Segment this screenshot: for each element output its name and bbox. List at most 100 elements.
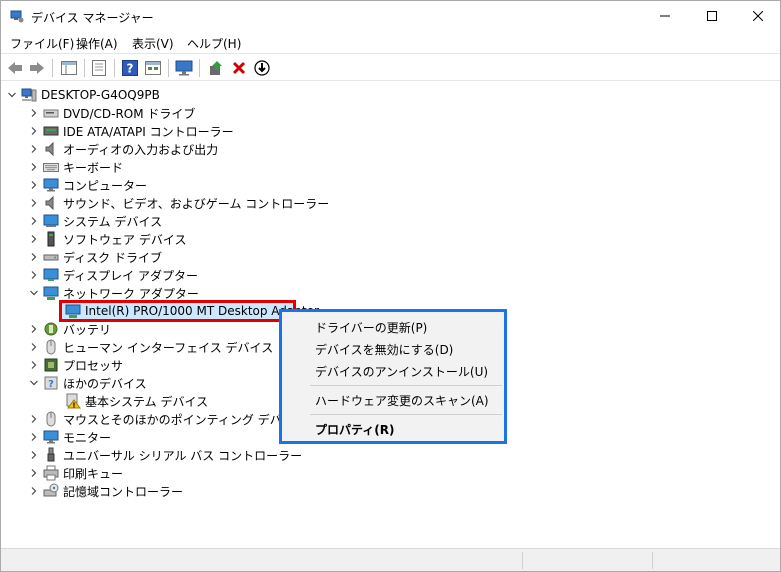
back-button[interactable] xyxy=(5,58,25,78)
toolbar: ? xyxy=(1,53,780,81)
tree-item-label: サウンド、ビデオ、およびゲーム コントローラー xyxy=(63,196,330,211)
menu-bar: ファイル(F) 操作(A) 表示(V) ヘルプ(H) xyxy=(1,31,780,53)
chevron-right-icon[interactable] xyxy=(29,248,39,266)
usb-icon xyxy=(43,447,59,463)
tree-item-label: マウスとそのほかのポインティング デバイス xyxy=(63,412,306,427)
tree-item-base-system-device[interactable]: ! 基本システム デバイス xyxy=(65,392,208,410)
tree-item-mice[interactable]: マウスとそのほかのポインティング デバイス xyxy=(29,410,305,428)
tree-item-usb[interactable]: ユニバーサル シリアル バス コントローラー xyxy=(29,446,302,464)
uninstall-x-icon[interactable] xyxy=(229,58,249,78)
tree-item-audio-io[interactable]: オーディオの入力および出力 xyxy=(29,140,218,158)
svg-text:?: ? xyxy=(48,379,54,390)
update-driver-icon[interactable] xyxy=(206,58,226,78)
tree-item-system-devices[interactable]: システム デバイス xyxy=(29,212,162,230)
context-disable-device[interactable]: デバイスを無効にする(D) xyxy=(315,341,453,358)
chevron-right-icon[interactable] xyxy=(29,122,39,140)
dvd-icon xyxy=(43,105,59,121)
tree-item-hid[interactable]: ヒューマン インターフェイス デバイス xyxy=(29,338,273,356)
menu-view[interactable]: 表示(V) xyxy=(132,35,174,52)
computer-icon xyxy=(43,177,59,193)
chevron-right-icon[interactable] xyxy=(29,230,39,248)
tree-item-monitors[interactable]: モニター xyxy=(29,428,111,446)
chevron-right-icon[interactable] xyxy=(29,482,39,500)
chevron-right-icon[interactable] xyxy=(29,104,39,122)
chevron-down-icon[interactable] xyxy=(29,284,39,302)
tree-item-label: オーディオの入力および出力 xyxy=(63,142,219,157)
chevron-right-icon[interactable] xyxy=(29,356,39,374)
svg-text:?: ? xyxy=(127,62,134,76)
disable-device-icon[interactable] xyxy=(252,58,272,78)
tree-item-label: キーボード xyxy=(63,160,124,175)
tree-item-label: 基本システム デバイス xyxy=(85,394,209,409)
context-update-driver[interactable]: ドライバーの更新(P) xyxy=(315,319,427,336)
tree-item-keyboard[interactable]: キーボード xyxy=(29,158,123,176)
tree-item-ide[interactable]: IDE ATA/ATAPI コントローラー xyxy=(29,122,234,140)
chevron-right-icon[interactable] xyxy=(29,158,39,176)
chevron-right-icon[interactable] xyxy=(29,140,39,158)
tree-item-print-queues[interactable]: 印刷キュー xyxy=(29,464,123,482)
tree-item-label: ヒューマン インターフェイス デバイス xyxy=(63,340,274,355)
maximize-button[interactable] xyxy=(689,1,735,31)
device-manager-window: デバイス マネージャー ファイル(F) 操作(A) 表示(V) ヘルプ(H) ?… xyxy=(0,0,781,572)
speaker-icon xyxy=(43,141,59,157)
tree-item-processors[interactable]: プロセッサ xyxy=(29,356,123,374)
menu-help[interactable]: ヘルプ(H) xyxy=(187,35,241,52)
mouse-icon xyxy=(43,411,59,427)
chevron-right-icon[interactable] xyxy=(29,212,39,230)
selection-outline xyxy=(59,300,296,322)
window-title: デバイス マネージャー xyxy=(31,11,154,25)
toolbar-separator xyxy=(199,59,200,77)
tree-item-computer[interactable]: コンピューター xyxy=(29,176,147,194)
context-menu: ドライバーの更新(P) デバイスを無効にする(D) デバイスのアンインストール(… xyxy=(279,309,507,444)
chevron-right-icon[interactable] xyxy=(29,194,39,212)
help-icon[interactable]: ? xyxy=(120,58,140,78)
printer-icon xyxy=(43,465,59,481)
tree-item-label: ソフトウェア デバイス xyxy=(63,232,187,247)
context-properties[interactable]: プロパティ(R) xyxy=(315,421,395,438)
chevron-down-icon[interactable] xyxy=(7,86,17,104)
context-scan-hardware[interactable]: ハードウェア変更のスキャン(A) xyxy=(315,392,489,409)
scan-hardware-icon[interactable] xyxy=(174,58,194,78)
forward-button[interactable] xyxy=(27,58,47,78)
chevron-right-icon[interactable] xyxy=(29,320,39,338)
minimize-button[interactable] xyxy=(642,1,688,31)
tree-item-dvd[interactable]: DVD/CD-ROM ドライブ xyxy=(29,104,195,122)
chevron-right-icon[interactable] xyxy=(29,266,39,284)
tree-item-label: ディスプレイ アダプター xyxy=(63,268,198,283)
tree-item-label: プロセッサ xyxy=(63,358,124,373)
tree-item-software-devices[interactable]: ソフトウェア デバイス xyxy=(29,230,186,248)
context-uninstall-device[interactable]: デバイスのアンインストール(U) xyxy=(315,363,488,380)
view-resources-icon[interactable] xyxy=(143,58,163,78)
tree-item-label: DVD/CD-ROM ドライブ xyxy=(63,106,196,121)
chevron-down-icon[interactable] xyxy=(29,374,39,392)
network-adapter-icon xyxy=(43,285,59,301)
tree-item-display-adapters[interactable]: ディスプレイ アダプター xyxy=(29,266,198,284)
toolbar-separator xyxy=(114,59,115,77)
tree-item-label: ディスク ドライブ xyxy=(63,250,162,265)
chevron-right-icon[interactable] xyxy=(29,176,39,194)
chevron-right-icon[interactable] xyxy=(29,428,39,446)
ide-controller-icon xyxy=(43,123,59,139)
tree-item-storage-controllers[interactable]: 記憶域コントローラー xyxy=(29,482,183,500)
chevron-right-icon[interactable] xyxy=(29,338,39,356)
menu-file[interactable]: ファイル(F) xyxy=(10,35,74,52)
tree-item-battery[interactable]: バッテリ xyxy=(29,320,111,338)
menu-action[interactable]: 操作(A) xyxy=(76,35,118,52)
tree-item-disk-drives[interactable]: ディスク ドライブ xyxy=(29,248,162,266)
tree-item-sound[interactable]: サウンド、ビデオ、およびゲーム コントローラー xyxy=(29,194,329,212)
properties-toolbar-icon[interactable] xyxy=(89,58,109,78)
software-device-icon xyxy=(43,231,59,247)
keyboard-icon xyxy=(43,159,59,175)
toolbar-separator xyxy=(168,59,169,77)
warning-device-icon: ! xyxy=(65,393,81,409)
chevron-right-icon[interactable] xyxy=(29,464,39,482)
chevron-right-icon[interactable] xyxy=(29,410,39,428)
device-manager-app-icon xyxy=(10,9,24,23)
chevron-right-icon[interactable] xyxy=(29,446,39,464)
tree-root[interactable]: DESKTOP-G4OQ9PB xyxy=(7,86,160,104)
tree-item-other-devices[interactable]: ? ほかのデバイス xyxy=(29,374,147,392)
close-button[interactable] xyxy=(735,1,781,31)
show-hide-tree-icon[interactable] xyxy=(59,58,79,78)
toolbar-separator xyxy=(52,59,53,77)
context-separator xyxy=(310,385,502,386)
